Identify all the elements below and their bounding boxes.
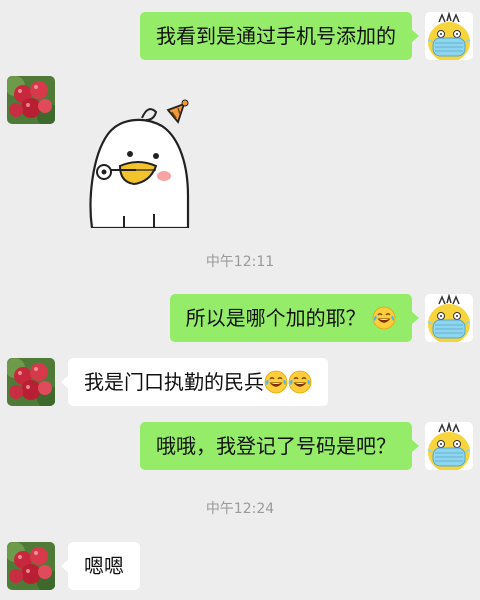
message-row: 哦哦，我登记了号码是吧？ <box>140 422 473 470</box>
message-bubble[interactable]: 哦哦，我登记了号码是吧？ <box>140 422 419 470</box>
message-bubble[interactable]: 嗯嗯 <box>61 542 140 590</box>
message-text: 所以是哪个加的耶？ <box>185 306 366 330</box>
contact-avatar[interactable] <box>7 76 55 124</box>
message-row: 我看到是通过手机号添加的 <box>140 12 473 60</box>
contact-avatar[interactable] <box>7 358 55 406</box>
timestamp: 中午12:11 <box>205 254 275 270</box>
masked-duck-icon <box>425 294 473 342</box>
party-duck-icon <box>89 99 190 230</box>
lychee-icon <box>7 358 55 406</box>
party-duck-sticker[interactable] <box>84 96 204 230</box>
lychee-icon <box>7 542 55 590</box>
message-row: 嗯嗯 <box>7 542 140 590</box>
masked-duck-icon <box>425 422 473 470</box>
contact-avatar[interactable] <box>7 542 55 590</box>
message-text: 嗯嗯 <box>84 554 124 578</box>
message-row: 我是门口执勤的民兵 <box>7 358 328 406</box>
my-avatar[interactable] <box>425 294 473 342</box>
laughing-tears-icon <box>288 370 312 394</box>
message-text: 我看到是通过手机号添加的 <box>156 24 396 48</box>
message-bubble[interactable]: 所以是哪个加的耶？ <box>169 294 420 342</box>
message-row <box>7 76 55 124</box>
message-bubble[interactable]: 我是门口执勤的民兵 <box>61 358 328 406</box>
lychee-icon <box>7 76 55 124</box>
message-text: 我是门口执勤的民兵 <box>84 370 264 394</box>
my-avatar[interactable] <box>425 12 473 60</box>
masked-duck-icon <box>425 12 473 60</box>
timestamp: 中午12:24 <box>205 501 275 517</box>
message-text: 哦哦，我登记了号码是吧？ <box>156 434 396 458</box>
my-avatar[interactable] <box>425 422 473 470</box>
laughing-tears-icon <box>372 306 396 330</box>
message-bubble[interactable]: 我看到是通过手机号添加的 <box>140 12 419 60</box>
message-row: 所以是哪个加的耶？ <box>169 294 473 342</box>
laughing-tears-icon <box>264 370 288 394</box>
